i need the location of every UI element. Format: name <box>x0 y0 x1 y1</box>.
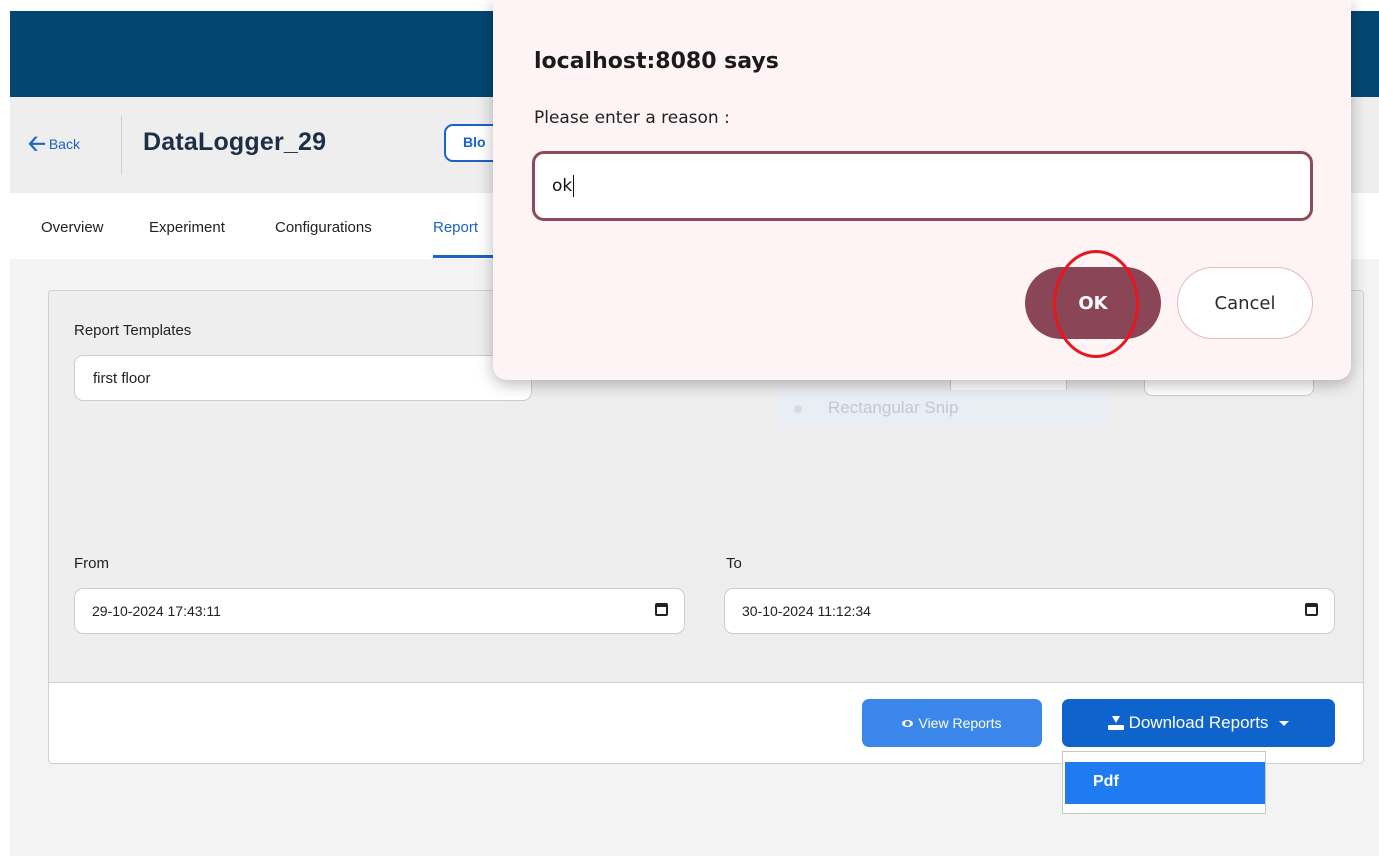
to-label: To <box>726 555 742 572</box>
snip-label: Rectangular Snip <box>828 398 959 417</box>
view-reports-button[interactable]: View Reports <box>862 699 1042 747</box>
back-button[interactable]: 🡠 Back <box>28 131 80 156</box>
back-label: Back <box>48 136 80 152</box>
calendar-icon[interactable] <box>655 603 668 616</box>
highlight-circle-annotation <box>1053 250 1139 358</box>
prompt-dialog: localhost:8080 says Please enter a reaso… <box>493 0 1351 380</box>
dropdown-item-pdf[interactable]: Pdf <box>1065 762 1265 804</box>
reason-input-value: ok <box>552 176 573 196</box>
to-value: 30-10-2024 11:12:34 <box>742 603 871 619</box>
tab-overview[interactable]: Overview <box>41 219 104 236</box>
from-label: From <box>74 555 109 572</box>
download-icon <box>1107 716 1124 730</box>
report-templates-label: Report Templates <box>74 322 192 339</box>
text-cursor <box>573 175 575 197</box>
radio-dot-icon <box>794 404 802 413</box>
reason-input[interactable]: ok <box>532 151 1313 221</box>
caret-down-icon <box>1279 720 1290 726</box>
page-title: DataLogger_29 <box>143 128 327 156</box>
cancel-button[interactable]: Cancel <box>1177 267 1313 339</box>
view-reports-label: View Reports <box>918 715 1002 731</box>
tab-experiment[interactable]: Experiment <box>149 219 225 236</box>
to-datetime-input[interactable]: 30-10-2024 11:12:34 <box>724 588 1335 634</box>
calendar-icon[interactable] <box>1305 603 1318 616</box>
arrow-left-icon: 🡠 <box>28 131 46 156</box>
tab-configurations[interactable]: Configurations <box>275 219 372 236</box>
download-reports-label: Download Reports <box>1128 713 1269 732</box>
from-value: 29-10-2024 17:43:11 <box>92 603 221 619</box>
report-template-select[interactable]: first floor <box>74 355 532 401</box>
eye-icon <box>902 719 914 727</box>
download-dropdown-menu: Pdf <box>1062 751 1266 814</box>
dialog-title: localhost:8080 says <box>534 49 779 74</box>
header-divider <box>121 116 122 174</box>
from-datetime-input[interactable]: 29-10-2024 17:43:11 <box>74 588 685 634</box>
tab-reports[interactable]: Report <box>433 219 478 236</box>
rectangular-snip-overlay: Rectangular Snip <box>778 390 1108 427</box>
download-reports-button[interactable]: Download Reports <box>1062 699 1335 747</box>
dialog-message: Please enter a reason : <box>534 108 730 128</box>
